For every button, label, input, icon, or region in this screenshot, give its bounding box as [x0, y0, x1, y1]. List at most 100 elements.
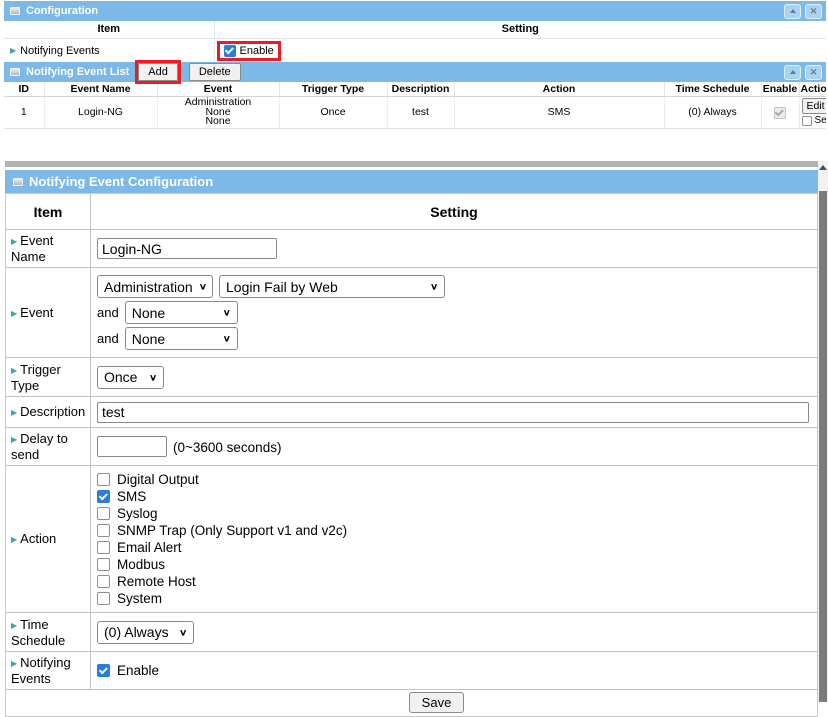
event-name-row: ▶Event Name: [6, 230, 818, 268]
event-list-close-button[interactable]: ✕: [805, 65, 822, 80]
action-option-checkbox[interactable]: [97, 524, 110, 537]
and-label: and: [97, 331, 119, 346]
action-option-label: Email Alert: [117, 540, 182, 555]
action-option: SMS: [97, 489, 815, 504]
action-option: System: [97, 591, 815, 606]
event-and2-value: None: [132, 331, 165, 347]
cell-action: SMS: [454, 97, 664, 129]
notifying-events-row: ▶Notifying Events Enable: [4, 38, 826, 63]
event-category-select[interactable]: Administration∨: [97, 275, 213, 298]
event-name-label-cell: ▶Event Name: [6, 230, 91, 268]
arrow-up-icon: [819, 165, 827, 170]
event-config-header-row: Item Setting: [6, 194, 818, 230]
time-schedule-select[interactable]: (0) Always∨: [97, 621, 194, 644]
trigger-type-select[interactable]: Once∨: [97, 366, 164, 389]
action-option-checkbox[interactable]: [97, 507, 110, 520]
enable-highlight-box: Enable: [217, 41, 281, 61]
select-checkbox-label: Select: [815, 115, 827, 126]
notifying-events-row: ▶Notifying Events Enable: [6, 652, 818, 690]
chevron-down-icon: ∨: [430, 281, 438, 291]
collapse-icon: [790, 9, 796, 13]
time-schedule-label: Time Schedule: [11, 617, 65, 648]
vertical-scrollbar[interactable]: [818, 161, 828, 702]
configuration-panel-title: Configuration: [26, 5, 98, 17]
event-and2-select[interactable]: None∨: [125, 327, 238, 350]
scrollbar-thumb[interactable]: [819, 191, 827, 702]
event-and1-value: None: [132, 305, 165, 321]
edit-button[interactable]: Edit: [802, 98, 827, 114]
action-option-checkbox[interactable]: [97, 473, 110, 486]
event-list-toolbar: Add Delete: [135, 60, 240, 84]
action-option-checkbox[interactable]: [97, 592, 110, 605]
description-setting-cell: [91, 397, 818, 428]
bullet-icon: ▶: [11, 408, 17, 417]
configuration-panel: Configuration ✕ Item Setting ▶Notifying …: [4, 1, 826, 64]
event-label: Event: [20, 305, 53, 320]
chevron-down-icon: ∨: [223, 307, 231, 317]
panel-icon: [10, 68, 20, 76]
event-type-select[interactable]: Login Fail by Web∨: [219, 275, 445, 298]
description-input[interactable]: [97, 402, 809, 423]
window-controls: ✕: [784, 4, 822, 19]
time-schedule-row: ▶Time Schedule (0) Always∨: [6, 613, 818, 652]
action-option-checkbox[interactable]: [97, 575, 110, 588]
action-label-cell: ▶Action: [6, 466, 91, 613]
save-button-cell: Save: [6, 690, 818, 717]
event-name-label: Event Name: [11, 233, 53, 264]
action-option-checkbox[interactable]: [97, 558, 110, 571]
event-list-row: 1 Login-NG Administration None None Once…: [4, 97, 826, 129]
cell-enable: [761, 97, 799, 129]
event-config-table: Item Setting ▶Event Name ▶Event Administ…: [5, 193, 818, 717]
trigger-type-setting-cell: Once∨: [91, 358, 818, 397]
notifying-events-enable-checkbox[interactable]: [224, 45, 236, 57]
add-button[interactable]: Add: [138, 63, 178, 81]
event-config-panel-title: Notifying Event Configuration: [29, 174, 213, 189]
setting-column-header: Setting: [91, 194, 818, 230]
action-option: Syslog: [97, 506, 815, 521]
trigger-type-row: ▶Trigger Type Once∨: [6, 358, 818, 397]
close-icon: ✕: [810, 6, 818, 17]
configuration-table: Item Setting ▶Notifying Events Enable: [4, 21, 826, 64]
time-schedule-setting-cell: (0) Always∨: [91, 613, 818, 652]
save-button[interactable]: Save: [409, 692, 465, 713]
event-name-input[interactable]: [97, 238, 277, 259]
action-option-label: System: [117, 591, 162, 606]
event-list-column-header: Action: [454, 82, 664, 97]
action-label: Action: [20, 531, 56, 546]
cell-trigger-type: Once: [279, 97, 387, 129]
event-setting-cell: Administration∨ Login Fail by Web∨ and N…: [91, 268, 818, 358]
trigger-type-value: Once: [104, 369, 137, 385]
action-option-checkbox[interactable]: [97, 490, 110, 503]
delete-button[interactable]: Delete: [189, 63, 241, 81]
event-list-collapse-button[interactable]: [784, 65, 801, 80]
event-category-value: Administration: [104, 279, 193, 295]
action-option-checkbox[interactable]: [97, 541, 110, 554]
bullet-icon: ▶: [11, 435, 17, 444]
description-row: ▶Description: [6, 397, 818, 428]
scrollbar-up-button[interactable]: [818, 161, 828, 174]
event-list-table: IDEvent NameEventTrigger TypeDescription…: [4, 82, 826, 129]
enable-checkbox-label: Enable: [117, 663, 159, 678]
configuration-collapse-button[interactable]: [784, 4, 801, 19]
cell-time-schedule: (0) Always: [664, 97, 761, 129]
configuration-close-button[interactable]: ✕: [805, 4, 822, 19]
notifying-events-enable-checkbox[interactable]: [97, 664, 110, 677]
action-option: Modbus: [97, 557, 815, 572]
enable-checkbox-label: Enable: [240, 45, 274, 57]
time-schedule-label-cell: ▶Time Schedule: [6, 613, 91, 652]
event-list-column-header: Actions: [799, 82, 826, 97]
action-option-label: SMS: [117, 489, 146, 504]
close-icon: ✕: [810, 67, 818, 78]
event-list-column-header: Description: [387, 82, 454, 97]
event-list-column-header: Event: [157, 82, 279, 97]
action-option: Remote Host: [97, 574, 815, 589]
chevron-down-icon: ∨: [179, 627, 187, 637]
item-column-header: Item: [6, 194, 91, 230]
notifying-events-label: Notifying Events: [20, 45, 99, 57]
delay-input[interactable]: [97, 436, 167, 457]
panel-icon: [13, 178, 23, 186]
description-label-cell: ▶Description: [6, 397, 91, 428]
event-and1-select[interactable]: None ∨: [125, 301, 238, 324]
row-select-checkbox[interactable]: [802, 116, 812, 126]
event-row: ▶Event Administration∨ Login Fail by Web…: [6, 268, 818, 358]
